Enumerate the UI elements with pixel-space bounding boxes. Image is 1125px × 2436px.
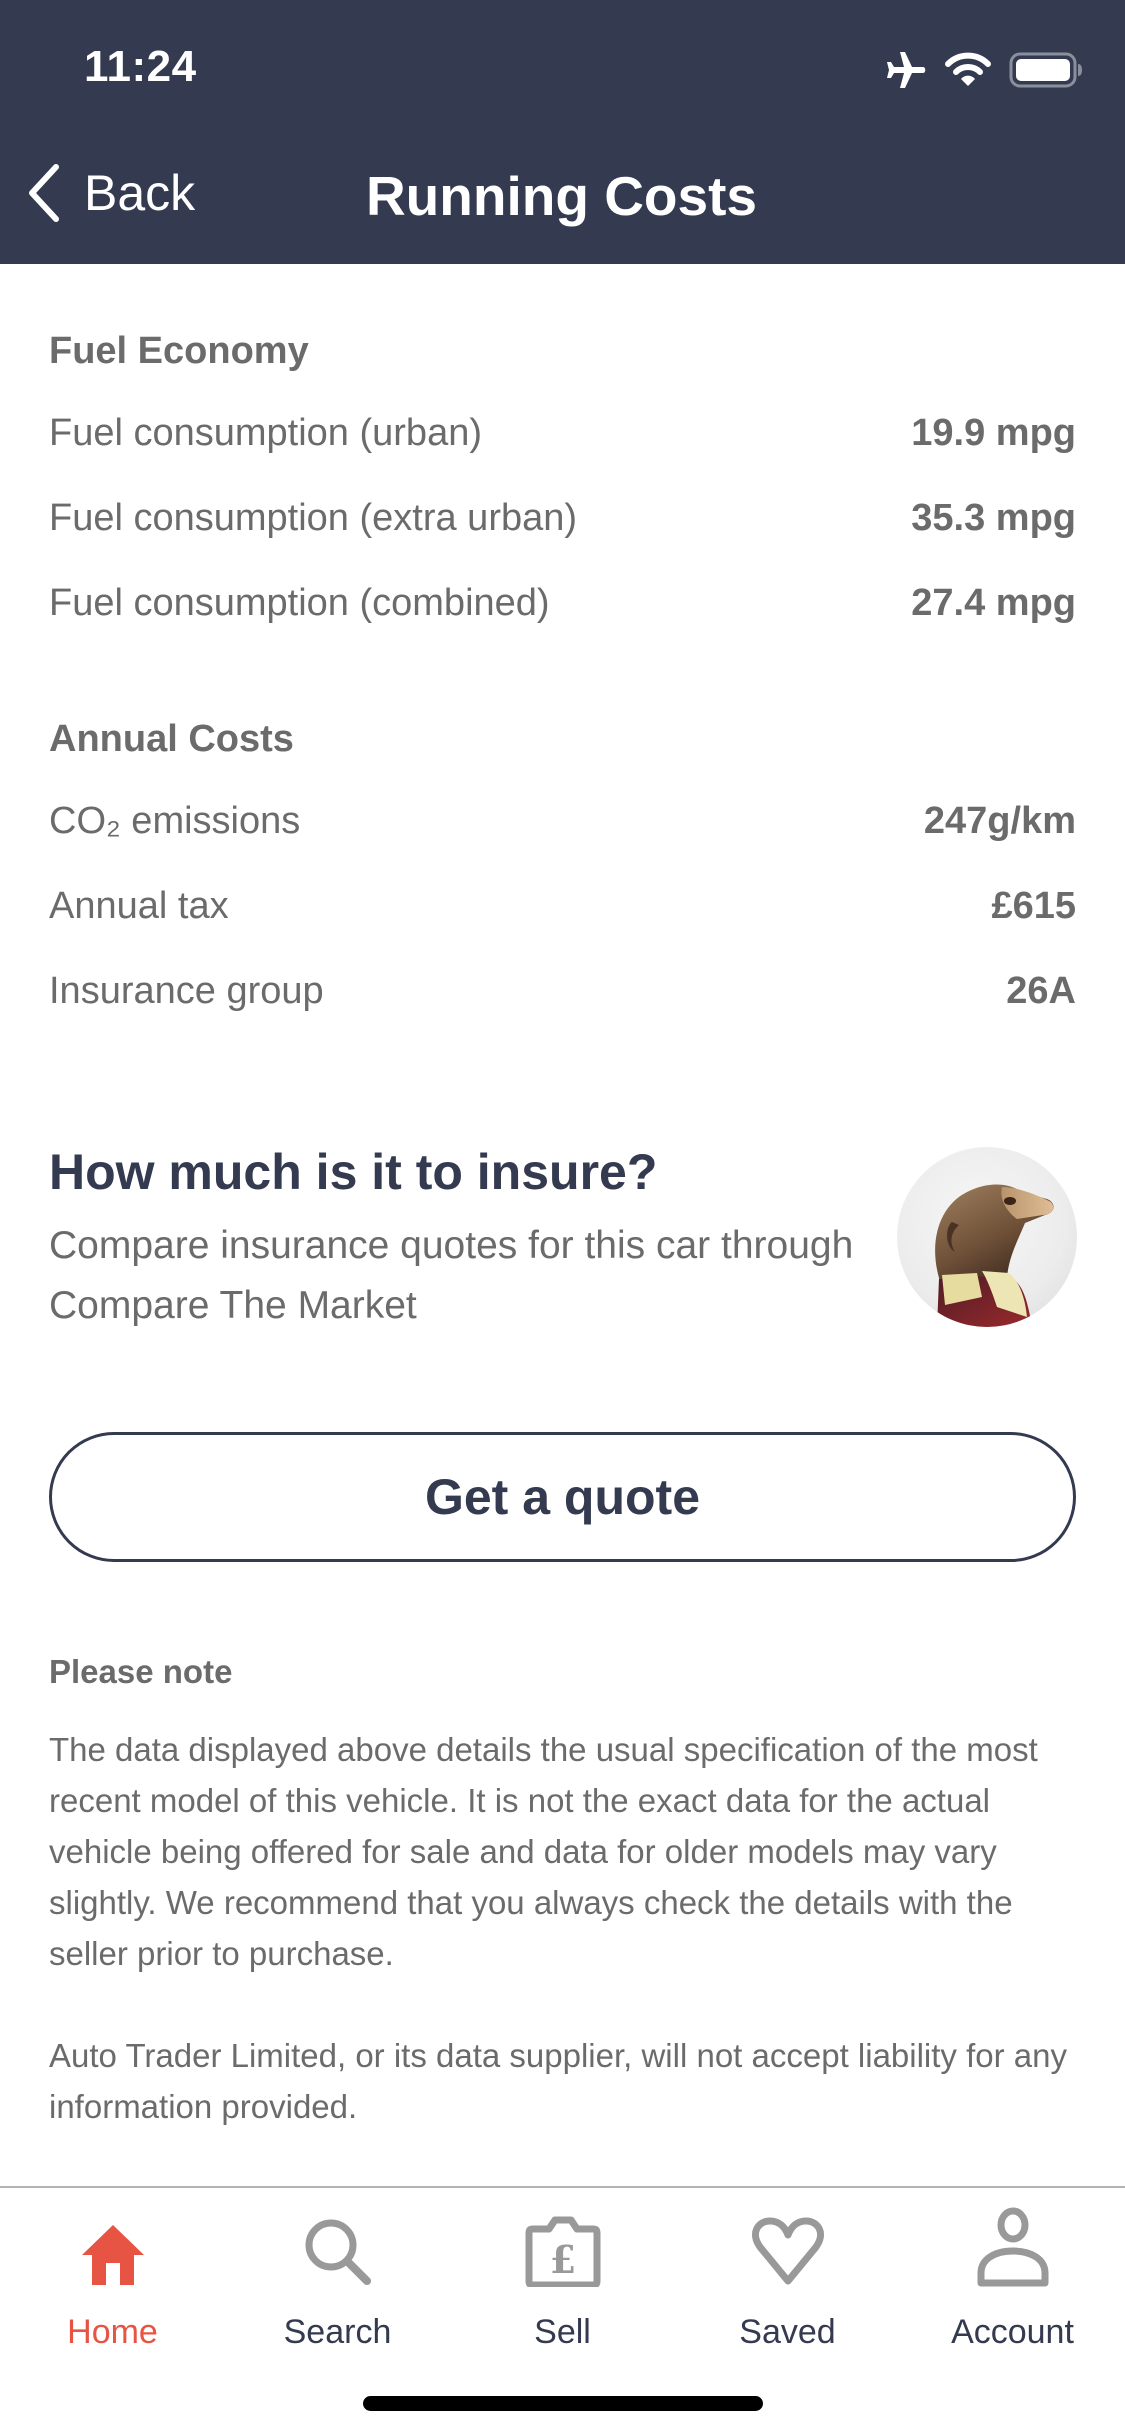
- row-value: 19.9 mpg: [911, 412, 1076, 454]
- status-icons: [883, 50, 1083, 95]
- battery-icon: [1009, 52, 1083, 93]
- meerkat-illustration: [935, 1184, 1054, 1327]
- insurance-subtext: Compare insurance quotes for this car th…: [49, 1224, 854, 1327]
- heart-icon: [750, 2202, 826, 2287]
- fuel-row-urban: Fuel consumption (urban) 19.9 mpg: [49, 412, 1076, 455]
- home-icon: [80, 2202, 146, 2287]
- tab-saved[interactable]: Saved: [675, 2202, 900, 2352]
- row-label: Fuel consumption (urban): [49, 412, 482, 454]
- fuel-economy-title: Fuel Economy: [49, 330, 309, 372]
- annual-costs-title: Annual Costs: [49, 718, 294, 760]
- row-value: 26A: [1006, 970, 1076, 1012]
- meerkat-avatar: [897, 1147, 1077, 1327]
- tab-account[interactable]: Account: [900, 2202, 1125, 2352]
- tab-search[interactable]: Search: [225, 2202, 450, 2352]
- cost-row-co2: CO₂ emissions 247g/km: [49, 800, 1076, 843]
- row-value: 35.3 mpg: [911, 497, 1076, 539]
- header: 11:24 Back Running Costs: [0, 0, 1125, 264]
- tab-label: Sell: [534, 2313, 591, 2351]
- tab-label: Account: [951, 2313, 1074, 2351]
- account-icon: [975, 2202, 1051, 2287]
- tab-label: Saved: [739, 2313, 836, 2351]
- cost-row-insurance-group: Insurance group 26A: [49, 970, 1076, 1013]
- get-quote-label: Get a quote: [424, 1469, 701, 1525]
- get-quote-button[interactable]: Get a quote: [49, 1432, 1076, 1562]
- search-icon: [303, 2202, 373, 2287]
- svg-text:£: £: [549, 2237, 575, 2282]
- row-value: 247g/km: [923, 800, 1076, 842]
- row-value: £615: [991, 885, 1076, 927]
- row-label: Insurance group: [49, 970, 324, 1012]
- home-indicator[interactable]: [363, 2396, 763, 2411]
- liability-paragraph: Auto Trader Limited, or its data supplie…: [49, 2037, 1067, 2125]
- row-label: Fuel consumption (extra urban): [49, 497, 578, 539]
- airplane-mode-icon: [883, 50, 927, 95]
- cost-row-tax: Annual tax £615: [49, 885, 1076, 928]
- fuel-row-extra-urban: Fuel consumption (extra urban) 35.3 mpg: [49, 497, 1076, 540]
- tab-label: Home: [67, 2313, 158, 2351]
- wifi-icon: [945, 52, 991, 93]
- note-title: Please note: [49, 1653, 233, 1690]
- tab-home[interactable]: Home: [0, 2202, 225, 2352]
- page-title: Running Costs: [365, 165, 758, 227]
- row-label: CO₂ emissions: [49, 800, 301, 842]
- tab-label: Search: [283, 2313, 392, 2351]
- note-paragraph: The data displayed above details the usu…: [49, 1731, 1038, 1972]
- tab-sell[interactable]: £ Sell: [450, 2202, 675, 2352]
- fuel-row-combined: Fuel consumption (combined) 27.4 mpg: [49, 582, 1076, 625]
- row-label: Annual tax: [49, 885, 229, 927]
- insurance-heading: How much is it to insure?: [49, 1144, 658, 1200]
- status-time: 11:24: [84, 42, 197, 91]
- sell-camera-pound-icon: £: [525, 2202, 601, 2287]
- row-label: Fuel consumption (combined): [49, 582, 550, 624]
- row-value: 27.4 mpg: [911, 582, 1076, 624]
